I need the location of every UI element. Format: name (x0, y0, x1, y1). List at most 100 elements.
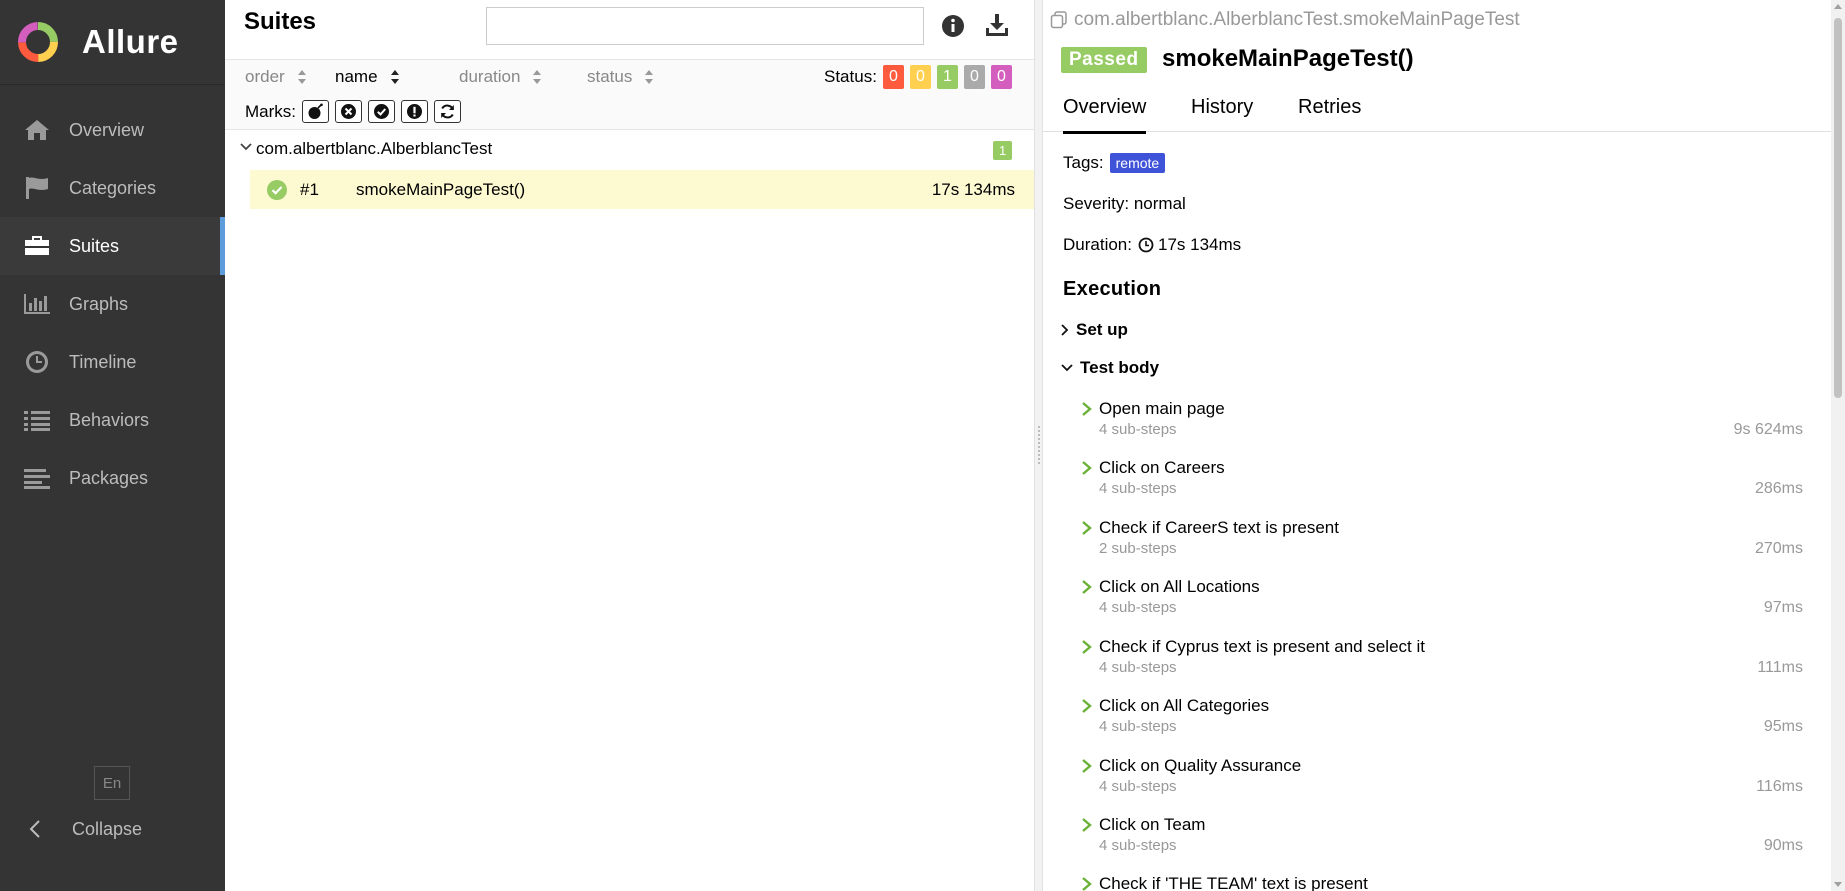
sort-status[interactable]: status (587, 67, 654, 87)
page-title: Suites (244, 8, 317, 35)
exclamation-circle-icon (407, 104, 422, 119)
chevron-right-icon (1082, 699, 1092, 713)
scroll-down-arrow-icon[interactable] (1834, 882, 1842, 887)
status-badge: Passed (1061, 47, 1147, 73)
sidebar-item-categories[interactable]: Categories (0, 159, 225, 217)
step-duration: 270ms (1754, 540, 1803, 557)
tags-row: Tags: remote (1063, 153, 1166, 173)
step-name: Click on All Locations (1099, 577, 1260, 596)
suite-node[interactable]: com.albertblanc.AlberblancTest 1 (225, 130, 1034, 166)
info-icon[interactable] (941, 14, 965, 38)
check-circle-icon (374, 104, 389, 119)
flag-icon (22, 175, 52, 201)
mark-new-failed-button[interactable] (335, 100, 362, 123)
passed-check-icon (267, 180, 287, 200)
brand[interactable]: Allure (0, 0, 225, 85)
search-input[interactable] (486, 7, 924, 45)
align-left-icon (22, 465, 52, 491)
tab-retries[interactable]: Retries (1298, 96, 1361, 131)
collapse-label: Collapse (72, 818, 143, 839)
step-row[interactable]: Click on Careers 4 sub-steps 286ms (1081, 456, 1811, 508)
sidebar-item-overview[interactable]: Overview (0, 101, 225, 159)
status-filter-failed[interactable]: 0 (883, 65, 904, 89)
scroll-thumb[interactable] (1834, 18, 1842, 398)
status-filter-unknown[interactable]: 0 (991, 65, 1012, 89)
sidebar-item-timeline[interactable]: Timeline (0, 333, 225, 391)
chevron-right-icon (1082, 461, 1092, 475)
status-filter-label: Status: (824, 67, 877, 86)
detail-scrollbar[interactable] (1831, 0, 1845, 891)
step-name: Check if 'THE TEAM' text is present (1099, 874, 1368, 891)
step-row[interactable]: Click on Team 4 sub-steps 90ms (1081, 813, 1811, 865)
step-duration: 111ms (1757, 659, 1803, 676)
allure-logo-icon (18, 22, 58, 62)
status-filter-passed[interactable]: 1 (937, 65, 958, 89)
tag-badge[interactable]: remote (1109, 153, 1166, 173)
mark-new-broken-button[interactable] (401, 100, 428, 123)
setup-label: Set up (1076, 320, 1128, 339)
chevron-right-icon (1082, 580, 1092, 594)
test-full-name[interactable]: com.albertblanc.AlberblancTest.smokeMain… (1050, 9, 1520, 31)
times-circle-icon (341, 104, 356, 119)
detail-tabs: Overview History Retries (1043, 86, 1831, 134)
sort-order[interactable]: order (245, 67, 307, 87)
pane-splitter[interactable] (1034, 0, 1043, 891)
test-detail-pane: com.albertblanc.AlberblancTest.smokeMain… (1043, 0, 1831, 891)
chevron-down-icon (1061, 364, 1073, 372)
sort-arrows-icon (533, 70, 542, 84)
step-row[interactable]: Check if Cyprus text is present and sele… (1081, 635, 1811, 687)
tab-history[interactable]: History (1191, 96, 1253, 131)
sort-arrows-icon (297, 70, 306, 84)
sort-name[interactable]: name (335, 67, 400, 87)
sort-arrows-icon (390, 70, 399, 84)
step-substeps: 4 sub-steps (1099, 778, 1177, 795)
chevron-right-icon (1082, 818, 1092, 832)
duration-label: Duration: (1063, 235, 1132, 254)
download-icon[interactable] (984, 12, 1010, 38)
app-name: Allure (82, 23, 179, 60)
sort-arrows-icon (645, 70, 654, 84)
step-row[interactable]: Check if 'THE TEAM' text is present (1081, 872, 1811, 891)
sort-duration[interactable]: duration (459, 67, 542, 87)
mark-new-passed-button[interactable] (368, 100, 395, 123)
duration-value: 17s 134ms (1157, 235, 1242, 254)
sidebar-item-packages[interactable]: Packages (0, 449, 225, 507)
mark-retries-button[interactable] (434, 100, 461, 123)
step-row[interactable]: Check if CareerS text is present 2 sub-s… (1081, 516, 1811, 568)
splitter-grip[interactable] (1037, 425, 1041, 465)
step-name: Check if Cyprus text is present and sele… (1099, 637, 1425, 656)
bomb-icon (308, 103, 323, 119)
home-icon (22, 117, 52, 143)
sidebar-item-behaviors[interactable]: Behaviors (0, 391, 225, 449)
sidebar: Allure Overview Categories Suites Graphs… (0, 0, 225, 891)
clock-icon (1138, 237, 1154, 253)
sidebar-item-label: Packages (69, 467, 149, 488)
language-button[interactable]: En (94, 766, 130, 800)
step-row[interactable]: Click on All Categories 4 sub-steps 95ms (1081, 694, 1811, 746)
setup-section[interactable]: Set up (1060, 320, 1128, 340)
test-name: smokeMainPageTest() (356, 180, 526, 199)
list-icon (22, 407, 52, 433)
step-row[interactable]: Click on All Locations 4 sub-steps 97ms (1081, 575, 1811, 627)
sidebar-item-suites[interactable]: Suites (0, 217, 225, 275)
step-name: Click on Team (1099, 815, 1206, 834)
status-filter-skipped[interactable]: 0 (964, 65, 985, 89)
status-filter-broken[interactable]: 0 (910, 65, 931, 89)
severity-row: Severity: normal (1063, 194, 1186, 213)
suites-header: Suites (225, 0, 1034, 60)
sidebar-item-label: Categories (69, 177, 157, 198)
test-full-name-text: com.albertblanc.AlberblancTest.smokeMain… (1074, 9, 1520, 30)
sort-toolbar: order name duration status Status: 0 0 1… (225, 60, 1034, 94)
test-row[interactable]: #1 smokeMainPageTest() 17s 134ms (250, 170, 1034, 209)
tab-overview[interactable]: Overview (1063, 96, 1147, 134)
mark-flaky-button[interactable] (302, 100, 329, 123)
chevron-right-icon (1082, 402, 1092, 416)
suite-name: com.albertblanc.AlberblancTest (256, 139, 493, 158)
step-row[interactable]: Open main page 4 sub-steps 9s 624ms (1081, 397, 1811, 449)
collapse-button[interactable]: Collapse (28, 816, 142, 842)
refresh-icon (441, 104, 454, 119)
step-row[interactable]: Click on Quality Assurance 4 sub-steps 1… (1081, 754, 1811, 806)
scroll-up-arrow-icon[interactable] (1834, 4, 1842, 9)
test-body-section[interactable]: Test body (1060, 358, 1159, 378)
sidebar-item-graphs[interactable]: Graphs (0, 275, 225, 333)
